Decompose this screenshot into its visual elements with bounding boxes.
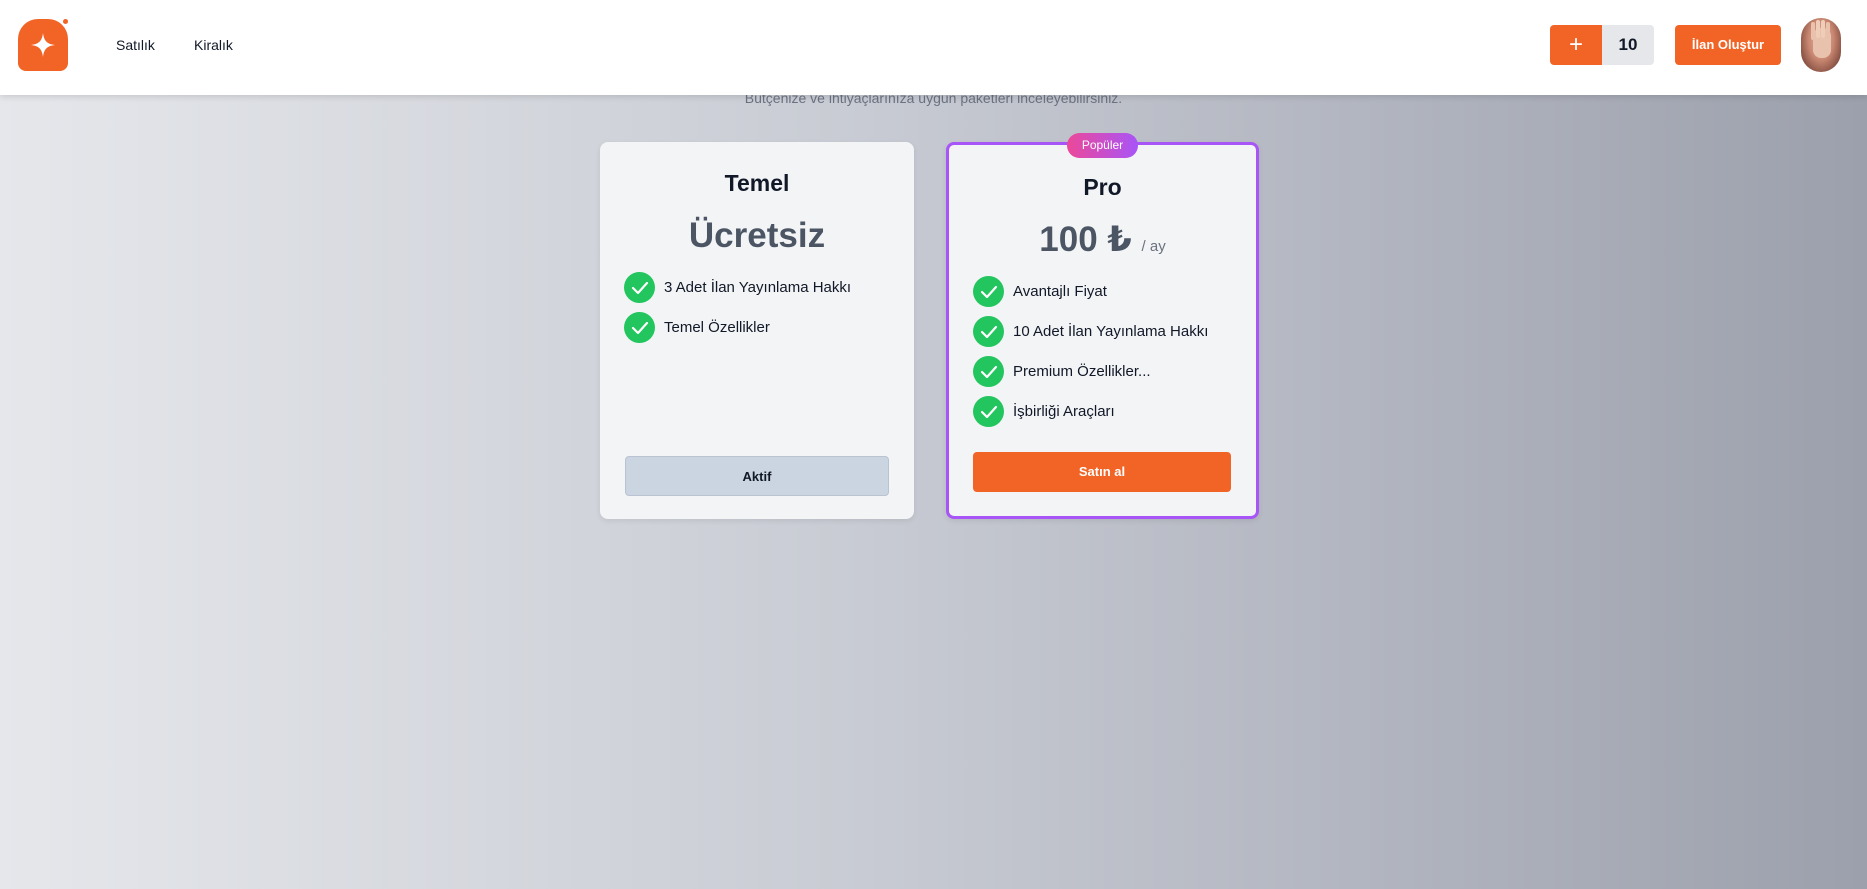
brand-logo-icon[interactable]	[18, 19, 68, 71]
plan-feature: İşbirliği Araçları	[973, 396, 1115, 427]
plan-price-unit: / ay	[1141, 238, 1166, 255]
plan-feature: 3 Adet İlan Yayınlama Hakkı	[624, 272, 851, 303]
check-icon	[973, 316, 1004, 347]
credit-count-badge: 10	[1602, 25, 1654, 65]
check-icon	[624, 272, 655, 303]
plan-feature-label: Avantajlı Fiyat	[1013, 283, 1107, 300]
nav-link-satilik[interactable]: Satılık	[116, 37, 155, 53]
popular-badge: Popüler	[1067, 133, 1138, 158]
plan-feature: Temel Özellikler	[624, 312, 770, 343]
add-credit-button[interactable]: +	[1550, 25, 1602, 65]
top-navbar: Satılık Kiralık + 10 İlan Oluştur	[0, 0, 1867, 95]
buy-button[interactable]: Satın al	[973, 452, 1231, 492]
nav-link-kiralik[interactable]: Kiralık	[194, 37, 233, 53]
check-icon	[973, 396, 1004, 427]
plan-feature: Avantajlı Fiyat	[973, 276, 1107, 307]
check-icon	[973, 356, 1004, 387]
plan-feature-label: 10 Adet İlan Yayınlama Hakkı	[1013, 323, 1209, 340]
plan-feature: 10 Adet İlan Yayınlama Hakkı	[973, 316, 1208, 347]
create-listing-button[interactable]: İlan Oluştur	[1675, 25, 1781, 65]
active-plan-button[interactable]: Aktif	[625, 456, 889, 496]
plan-price: Ücretsiz	[688, 216, 826, 255]
plan-feature-label: İşbirliği Araçları	[1013, 403, 1115, 420]
plan-card-temel: Temel Ücretsiz 3 Adet İlan Yayınlama Hak…	[600, 142, 914, 519]
plan-title: Pro	[1083, 174, 1122, 200]
plan-feature-label: Premium Özellikler...	[1013, 363, 1151, 380]
check-icon	[973, 276, 1004, 307]
plan-price: 100 ₺ / ay	[949, 220, 1256, 260]
user-avatar[interactable]	[1801, 18, 1841, 72]
plan-price-amount: 100 ₺	[1039, 220, 1132, 259]
plan-feature: Premium Özellikler...	[973, 356, 1151, 387]
logo-dot-icon	[63, 19, 68, 24]
check-icon	[624, 312, 655, 343]
plan-feature-label: 3 Adet İlan Yayınlama Hakkı	[664, 279, 852, 296]
plan-feature-label: Temel Özellikler	[664, 319, 770, 336]
plan-card-pro: Pro 100 ₺ / ay Avantajlı Fiyat 10 Adet İ…	[946, 142, 1259, 519]
plan-title: Temel	[724, 170, 790, 196]
